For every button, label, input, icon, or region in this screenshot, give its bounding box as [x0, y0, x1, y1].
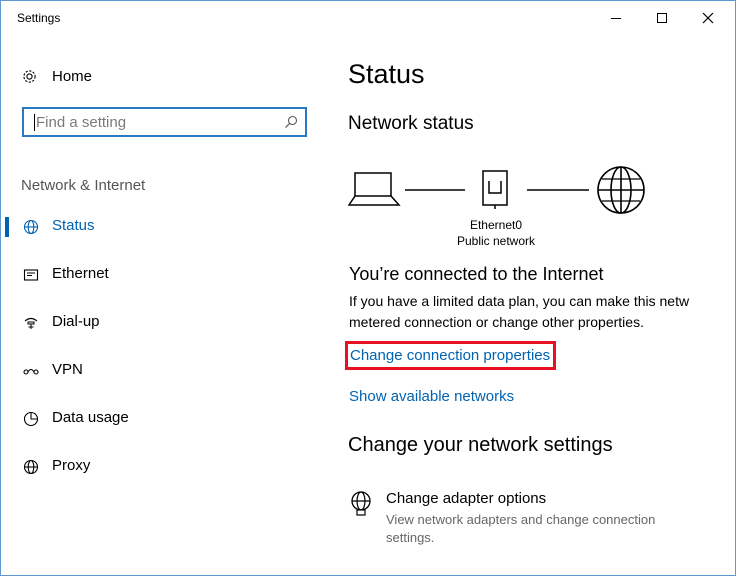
data-usage-icon	[23, 411, 39, 427]
maximize-button[interactable]	[639, 1, 685, 35]
network-label: Ethernet0 Public network	[441, 217, 551, 249]
globe-icon	[23, 219, 39, 235]
title-bar: Settings	[1, 1, 735, 35]
proxy-icon	[23, 459, 39, 475]
close-button[interactable]	[685, 1, 731, 35]
gear-icon	[23, 69, 36, 83]
sidebar-item-label: Proxy	[52, 457, 91, 474]
description-line: If you have a limited data plan, you can…	[349, 293, 690, 309]
ethernet-adapter-icon	[482, 170, 508, 209]
search-input[interactable]: Find a setting	[22, 107, 307, 137]
ethernet-icon	[23, 269, 39, 281]
close-icon	[702, 12, 714, 24]
sidebar-item-proxy[interactable]: Proxy	[1, 452, 321, 482]
laptop-icon	[347, 172, 401, 206]
vpn-icon	[23, 369, 39, 375]
dialup-icon	[24, 317, 38, 329]
maximize-icon	[657, 13, 667, 23]
change-settings-heading: Change your network settings	[348, 434, 613, 456]
sidebar-item-label: VPN	[52, 361, 83, 378]
sidebar-item-label: Dial-up	[52, 313, 100, 330]
show-available-networks-link[interactable]: Show available networks	[349, 388, 514, 405]
text-caret	[34, 114, 35, 131]
globe-internet-icon	[597, 166, 645, 214]
active-indicator	[5, 217, 9, 237]
window-title: Settings	[17, 11, 61, 25]
highlight-box	[345, 341, 556, 370]
connected-heading: You’re connected to the Internet	[349, 264, 604, 284]
sidebar-item-label: Ethernet	[52, 265, 109, 282]
network-name: Ethernet0	[469, 218, 523, 232]
sidebar-item-dialup[interactable]: Dial-up	[1, 308, 321, 338]
home-nav-item[interactable]: Home	[21, 64, 92, 88]
network-type: Public network	[456, 234, 536, 248]
minimize-button[interactable]	[593, 1, 639, 35]
adapter-description: View network adapters and change connect…	[386, 512, 656, 545]
adapter-title: Change adapter options	[386, 490, 547, 507]
description-line: metered connection or change other prope…	[349, 314, 644, 330]
search-icon[interactable]	[283, 114, 299, 130]
sidebar-item-label: Status	[52, 217, 95, 234]
sidebar-item-label: Data usage	[52, 409, 129, 426]
minimize-icon	[611, 18, 621, 19]
sidebar-item-ethernet[interactable]: Ethernet	[1, 260, 321, 290]
network-status-heading: Network status	[348, 113, 474, 134]
section-label: Network & Internet	[21, 177, 146, 194]
home-label: Home	[52, 67, 93, 85]
sidebar-item-status[interactable]: Status	[1, 212, 321, 242]
adapter-globe-icon	[351, 491, 371, 516]
page-title: Status	[348, 59, 425, 89]
sidebar-item-vpn[interactable]: VPN	[1, 356, 321, 386]
network-diagram	[347, 166, 645, 214]
search-placeholder: Find a setting	[36, 114, 127, 131]
settings-window: Settings Home Find a setting Network & I…	[0, 0, 736, 576]
sidebar-item-data-usage[interactable]: Data usage	[1, 404, 321, 434]
connected-description: If you have a limited data plan, you can…	[349, 291, 709, 333]
